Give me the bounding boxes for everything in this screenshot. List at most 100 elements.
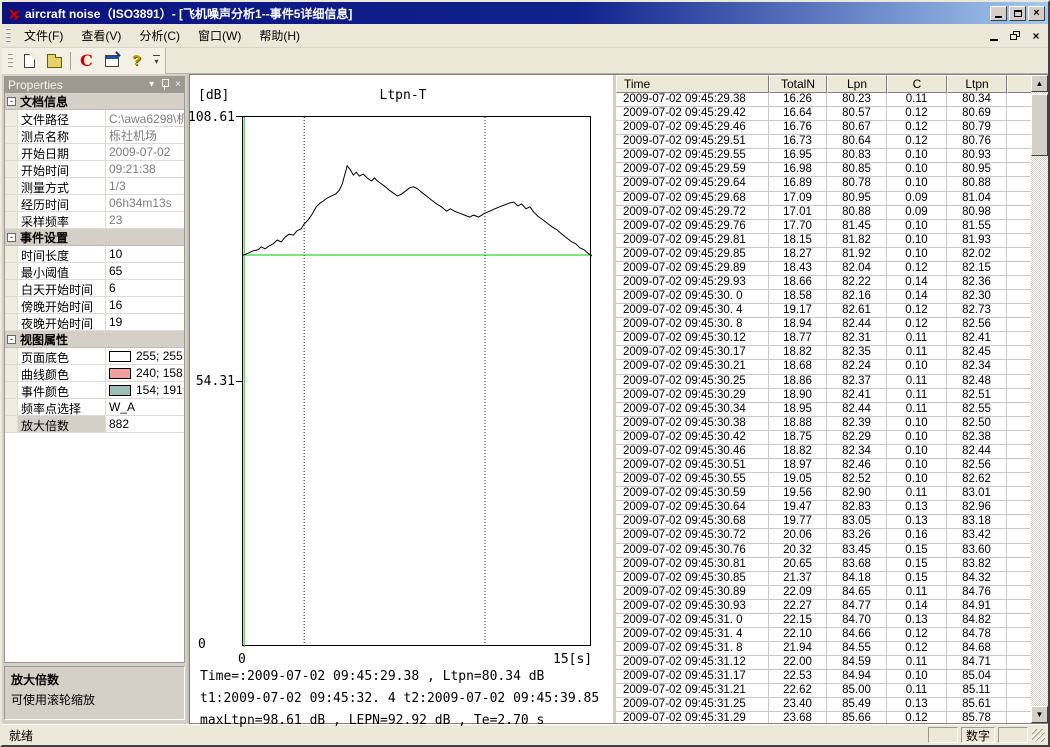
table-row[interactable]: 2009-07-02 09:45:30.6419.4782.830.1382.9… [616,501,1031,515]
menu-file[interactable]: 文件(F) [15,24,72,47]
property-row[interactable]: 测点名称栎社机场 [5,127,184,144]
property-value[interactable]: 23 [106,212,184,228]
property-value[interactable]: 154; 191; 18 [106,382,184,398]
scroll-down-button[interactable]: ▼ [1031,706,1048,723]
table-row[interactable]: 2009-07-02 09:45:29.5916.9880.850.1080.9… [616,163,1031,177]
property-value[interactable]: 882 [106,416,184,432]
collapse-icon[interactable]: - [7,233,16,242]
table-row[interactable]: 2009-07-02 09:45:31. 022.1584.700.1384.8… [616,614,1031,628]
table-row[interactable]: 2009-07-02 09:45:29.4216.6480.570.1280.6… [616,107,1031,121]
table-row[interactable]: 2009-07-02 09:45:30.5118.9782.460.1082.5… [616,459,1031,473]
column-header-Time[interactable]: Time [616,75,769,93]
table-row[interactable]: 2009-07-02 09:45:29.9318.6682.220.1482.3… [616,276,1031,290]
minimize-button[interactable] [990,6,1007,21]
table-row[interactable]: 2009-07-02 09:45:29.7617.7081.450.1081.5… [616,220,1031,234]
table-row[interactable]: 2009-07-02 09:45:30.3818.8882.390.1082.5… [616,417,1031,431]
help-button[interactable]: ? [125,50,148,72]
pin-icon[interactable] [161,79,169,90]
table-row[interactable]: 2009-07-02 09:45:29.7217.0180.880.0980.9… [616,206,1031,220]
toolbar-overflow-button[interactable]: ▾ [150,50,163,72]
table-row[interactable]: 2009-07-02 09:45:31.2923.6885.660.1285.7… [616,712,1031,723]
property-value[interactable]: 255; 255; 25 [106,348,184,364]
table-row[interactable]: 2009-07-02 09:45:29.4616.7680.670.1280.7… [616,121,1031,135]
property-value[interactable]: 240; 158; 15 [106,365,184,381]
maximize-button[interactable] [1009,6,1026,21]
collapse-icon[interactable]: - [7,335,16,344]
category-row[interactable]: -文档信息 [5,93,184,110]
table-row[interactable]: 2009-07-02 09:45:30.5519.0582.520.1082.6… [616,473,1031,487]
column-header-C[interactable]: C [887,75,947,93]
table-row[interactable]: 2009-07-02 09:45:30.4218.7582.290.1082.3… [616,431,1031,445]
menu-analysis[interactable]: 分析(C) [130,24,189,47]
table-row[interactable]: 2009-07-02 09:45:29.5116.7380.640.1280.7… [616,135,1031,149]
table-row[interactable]: 2009-07-02 09:45:30.4618.8282.340.1082.4… [616,445,1031,459]
menu-help[interactable]: 帮助(H) [250,24,309,47]
property-row[interactable]: 夜晚开始时间19 [5,314,184,331]
table-scrollbar[interactable]: ▲ ▼ [1031,75,1048,723]
category-row[interactable]: -事件设置 [5,229,184,246]
property-row[interactable]: 采样频率23 [5,212,184,229]
property-value[interactable]: 09:21:38 [106,161,184,177]
scroll-up-button[interactable]: ▲ [1031,75,1048,92]
collapse-icon[interactable]: - [7,97,16,106]
property-row[interactable]: 频率点选择W_A [5,399,184,416]
table-row[interactable]: 2009-07-02 09:45:30.7620.3283.450.1583.6… [616,544,1031,558]
table-row[interactable]: 2009-07-02 09:45:31.1222.0084.590.1184.7… [616,656,1031,670]
panel-close-icon[interactable]: × [175,80,181,90]
table-row[interactable]: 2009-07-02 09:45:30.7220.0683.260.1683.4… [616,529,1031,543]
table-row[interactable]: 2009-07-02 09:45:29.6817.0980.950.0981.0… [616,192,1031,206]
table-row[interactable]: 2009-07-02 09:45:30.8922.0984.650.1184.7… [616,586,1031,600]
property-row[interactable]: 最小阈值65 [5,263,184,280]
column-header-TotalN[interactable]: TotalN [769,75,827,93]
panel-menu-chevron-icon[interactable]: ▾ [149,80,154,90]
property-row[interactable]: 时间长度10 [5,246,184,263]
table-row[interactable]: 2009-07-02 09:45:31. 422.1084.660.1284.7… [616,628,1031,642]
property-row[interactable]: 开始时间09:21:38 [5,161,184,178]
property-value[interactable]: W_A [106,399,184,415]
property-row[interactable]: 事件颜色154; 191; 18 [5,382,184,399]
table-row[interactable]: 2009-07-02 09:45:29.8118.1581.820.1081.9… [616,234,1031,248]
property-row[interactable]: 经历时间06h34m13s [5,195,184,212]
table-row[interactable]: 2009-07-02 09:45:30.2918.9082.410.1182.5… [616,389,1031,403]
toolbar-grip[interactable] [8,53,13,69]
menu-window[interactable]: 窗口(W) [189,24,250,47]
c-weighting-button[interactable]: C [75,50,98,72]
table-body[interactable]: 2009-07-02 09:45:29.3816.2680.230.1180.3… [616,93,1031,723]
property-value[interactable]: 19 [106,314,184,330]
category-row[interactable]: -视图属性 [5,331,184,348]
property-row[interactable]: 傍晚开始时间16 [5,297,184,314]
chart-panel[interactable]: [dB] Ltpn-T 108.61 54.31 0 0 15[s] Time=… [190,75,616,723]
table-row[interactable]: 2009-07-02 09:45:29.6416.8980.780.1080.8… [616,177,1031,191]
table-row[interactable]: 2009-07-02 09:45:31.2523.4085.490.1385.6… [616,698,1031,712]
table-row[interactable]: 2009-07-02 09:45:30.2118.6882.240.1082.3… [616,360,1031,374]
property-row[interactable]: 曲线颜色240; 158; 15 [5,365,184,382]
table-row[interactable]: 2009-07-02 09:45:29.5516.9580.830.1080.9… [616,149,1031,163]
resize-grip[interactable] [1032,729,1045,742]
property-value[interactable]: 06h34m13s [106,195,184,211]
property-value[interactable]: 6 [106,280,184,296]
table-row[interactable]: 2009-07-02 09:45:30. 018.5882.160.1482.3… [616,290,1031,304]
table-row[interactable]: 2009-07-02 09:45:29.8918.4382.040.1282.1… [616,262,1031,276]
mdi-close-button[interactable]: × [1027,28,1045,44]
table-row[interactable]: 2009-07-02 09:45:31.1722.5384.940.1085.0… [616,670,1031,684]
table-row[interactable]: 2009-07-02 09:45:31. 821.9484.550.1284.6… [616,642,1031,656]
open-file-button[interactable] [43,50,66,72]
close-button[interactable]: × [1028,6,1045,21]
table-row[interactable]: 2009-07-02 09:45:30.6819.7783.050.1383.1… [616,515,1031,529]
table-row[interactable]: 2009-07-02 09:45:29.8518.2781.920.1082.0… [616,248,1031,262]
property-value[interactable]: 16 [106,297,184,313]
mdi-minimize-button[interactable] [985,28,1003,44]
property-row[interactable]: 测量方式1/3 [5,178,184,195]
table-row[interactable]: 2009-07-02 09:45:30.5919.5682.900.1183.0… [616,487,1031,501]
table-row[interactable]: 2009-07-02 09:45:30.8521.3784.180.1584.3… [616,572,1031,586]
property-value[interactable]: C:\awa6298\机场 [106,110,184,126]
property-value[interactable]: 栎社机场 [106,127,184,143]
properties-button[interactable] [100,50,123,72]
property-value[interactable]: 2009-07-02 [106,144,184,160]
table-row[interactable]: 2009-07-02 09:45:30.3418.9582.440.1182.5… [616,403,1031,417]
table-row[interactable]: 2009-07-02 09:45:30.1218.7782.310.1182.4… [616,332,1031,346]
property-row[interactable]: 白天开始时间6 [5,280,184,297]
table-row[interactable]: 2009-07-02 09:45:30.8120.6583.680.1583.8… [616,558,1031,572]
plot-area[interactable] [242,116,591,646]
table-row[interactable]: 2009-07-02 09:45:30. 419.1782.610.1282.7… [616,304,1031,318]
